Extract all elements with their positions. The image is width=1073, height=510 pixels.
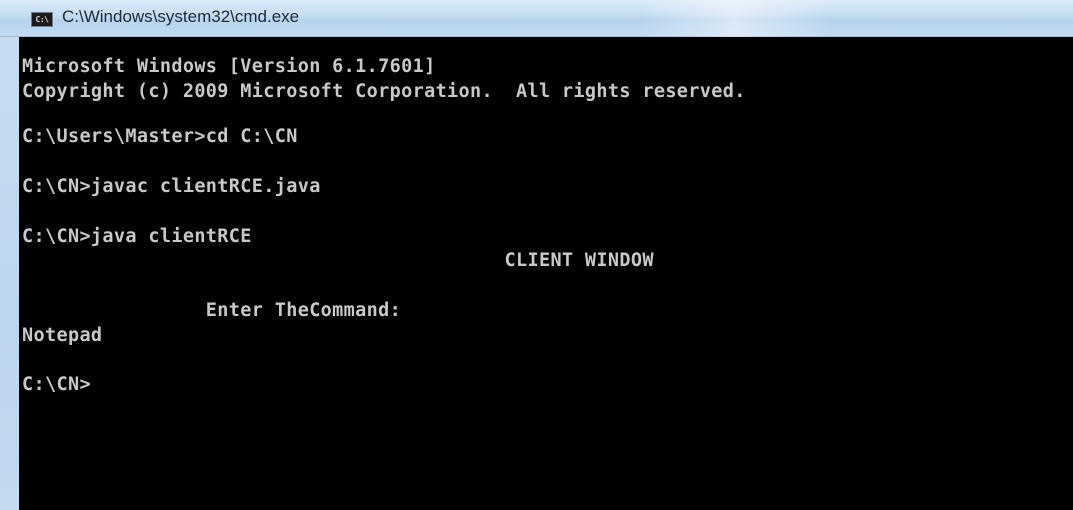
cmd-console-icon[interactable]: C:\ <box>31 12 53 27</box>
window-left-border <box>0 37 19 510</box>
console-line-enter-command: Enter TheCommand: <box>22 300 402 321</box>
cmd-window: C:\ C:\Windows\system32\cmd.exe Microsof… <box>0 0 1073 510</box>
title-bar-sheen <box>640 0 830 37</box>
console-line-javac: C:\CN>javac clientRCE.java <box>22 176 321 197</box>
window-title: C:\Windows\system32\cmd.exe <box>62 7 300 26</box>
console-line-version: Microsoft Windows [Version 6.1.7601] <box>22 56 436 77</box>
title-bar[interactable]: C:\ C:\Windows\system32\cmd.exe <box>0 0 1073 37</box>
console-line-cd: C:\Users\Master>cd C:\CN <box>22 126 298 147</box>
console-prompt: C:\CN> <box>22 374 91 395</box>
console-line-notepad: Notepad <box>22 325 103 346</box>
console-output[interactable]: Microsoft Windows [Version 6.1.7601] Cop… <box>19 37 1073 510</box>
console-line-client-window: CLIENT WINDOW <box>22 250 654 271</box>
console-line-copyright: Copyright (c) 2009 Microsoft Corporation… <box>22 81 746 102</box>
console-line-java: C:\CN>java clientRCE <box>22 226 252 247</box>
